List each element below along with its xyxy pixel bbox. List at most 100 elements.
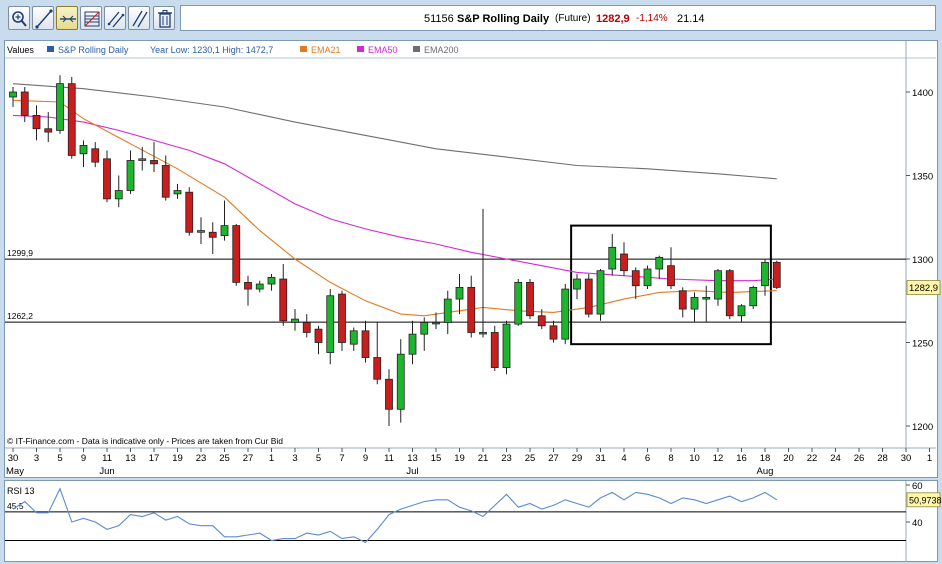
candle-down — [584, 278, 593, 315]
rsi-tick-label: 60 — [912, 481, 923, 492]
candle-down — [185, 191, 194, 233]
date-tick-label: 10 — [689, 453, 700, 464]
candle-up — [173, 190, 182, 195]
month-label: Aug — [757, 466, 774, 477]
date-tick-label: 4 — [621, 453, 626, 464]
month-label: Jul — [406, 466, 418, 477]
candle-up — [220, 225, 229, 237]
date-tick-label: 5 — [57, 453, 62, 464]
candle-down — [208, 231, 217, 238]
date-tick-label: 5 — [316, 453, 321, 464]
legend-ema200-marker — [413, 46, 420, 52]
date-tick-label: 30 — [8, 453, 19, 464]
candle-down — [91, 148, 100, 163]
candle-up — [138, 158, 147, 161]
candle-up — [455, 286, 464, 300]
candle-down — [67, 83, 76, 156]
date-tick-label: 15 — [431, 453, 442, 464]
candle-down — [373, 357, 382, 380]
rsi-level-label: 45,5 — [7, 501, 24, 511]
last-price-label: 1282,9 — [909, 283, 938, 294]
candle-up — [326, 295, 335, 353]
date-tick-label: 11 — [102, 453, 112, 464]
legend-values-label: Values — [7, 45, 34, 55]
price-tick-label: 1300 — [912, 255, 933, 266]
candle-up — [79, 145, 88, 155]
date-tick-label: 13 — [125, 453, 136, 464]
rsi-last-value: 50,9738 — [909, 495, 942, 505]
price-tick-label: 1350 — [912, 172, 933, 183]
date-tick-label: 16 — [736, 453, 747, 464]
date-tick-label: 26 — [854, 453, 865, 464]
candle-down — [44, 128, 53, 133]
date-tick-label: 13 — [407, 453, 418, 464]
date-tick-label: 9 — [81, 453, 86, 464]
price-tick-label: 1200 — [912, 422, 933, 433]
candle-down — [161, 165, 170, 198]
price-tick-label: 1250 — [912, 339, 933, 350]
date-tick-label: 30 — [901, 453, 912, 464]
legend-ema21: EMA21 — [311, 45, 341, 55]
candle-up — [514, 281, 523, 325]
candle-up — [420, 322, 429, 335]
candle-up — [561, 288, 570, 340]
candle-up — [690, 297, 699, 310]
legend-ema50-marker — [357, 46, 364, 52]
date-tick-label: 7 — [339, 453, 344, 464]
candle-down — [490, 332, 499, 368]
date-tick-label: 20 — [783, 453, 794, 464]
candle-up — [291, 318, 299, 323]
candle-up — [737, 305, 746, 317]
date-tick-label: 1 — [269, 453, 274, 464]
month-label: Jun — [99, 466, 114, 477]
legend-series-name: S&P Rolling Daily — [58, 45, 129, 55]
candle-up — [573, 278, 581, 290]
rsi-tick-label: 40 — [912, 518, 923, 529]
candle-down — [678, 290, 687, 310]
date-tick-label: 25 — [525, 453, 536, 464]
legend-year-range: Year Low: 1230,1 High: 1472,7 — [150, 45, 273, 55]
reference-line-label: 1299,9 — [7, 248, 33, 258]
candle-up — [714, 270, 722, 300]
candle-up — [349, 330, 358, 345]
candle-up — [408, 333, 417, 355]
candle-up — [502, 323, 511, 368]
candle-up — [197, 230, 205, 233]
candle-up — [655, 256, 664, 270]
date-tick-label: 27 — [548, 453, 559, 464]
candle-up — [702, 297, 711, 300]
candle-up — [749, 286, 758, 307]
candle-down — [385, 378, 393, 410]
candle-down — [232, 225, 241, 283]
date-tick-label: 19 — [172, 453, 183, 464]
date-tick-label: 1 — [927, 453, 932, 464]
candle-up — [761, 261, 769, 287]
date-tick-label: 23 — [196, 453, 207, 464]
candle-down — [103, 158, 111, 200]
candle-down — [537, 315, 546, 327]
date-tick-label: 3 — [34, 453, 39, 464]
date-tick-label: 24 — [830, 453, 841, 464]
ema50-line — [12, 114, 777, 282]
candle-up — [432, 322, 440, 325]
date-tick-label: 21 — [478, 453, 489, 464]
candle-down — [244, 281, 252, 290]
candle-up — [126, 160, 135, 191]
price-tick-label: 1400 — [912, 88, 933, 99]
date-tick-label: 22 — [807, 453, 818, 464]
candle-up — [267, 276, 276, 285]
candle-up — [643, 268, 652, 287]
candle-up — [114, 190, 123, 200]
candle-down — [631, 270, 640, 287]
candle-down — [20, 91, 29, 116]
candle-down — [361, 330, 370, 358]
date-tick-label: 9 — [363, 453, 368, 464]
date-tick-label: 11 — [384, 453, 394, 464]
candle-up — [56, 83, 64, 131]
date-tick-label: 17 — [149, 453, 160, 464]
candle-down — [150, 160, 158, 165]
reference-line-label: 1262,2 — [7, 311, 33, 321]
date-tick-label: 8 — [668, 453, 673, 464]
candle-down — [467, 286, 476, 333]
candle-up — [479, 332, 487, 335]
